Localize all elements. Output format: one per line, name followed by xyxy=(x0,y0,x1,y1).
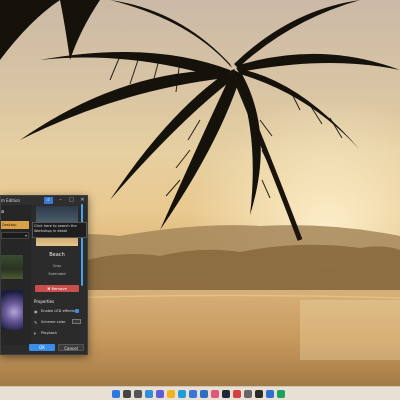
playback-row: ⏵ Playback xyxy=(34,330,84,337)
speed-icon: ⏵ xyxy=(34,331,36,336)
scheme-color-label: Scheme color xyxy=(41,320,66,324)
wallpaper-thumbnail[interactable] xyxy=(1,290,23,330)
search-icon[interactable] xyxy=(123,390,131,398)
wallpaper-title: Beach xyxy=(49,252,65,258)
playback-label: Playback xyxy=(41,331,58,335)
led-effects-row: ◉ Enable LED effects xyxy=(34,308,84,315)
title-bar: m Edition ⌕ – □ ✕ xyxy=(1,196,87,205)
scheme-color-row: ✎ Scheme color xyxy=(34,319,84,326)
remove-label: ✖ Remove xyxy=(47,286,67,291)
settings-icon[interactable] xyxy=(244,390,252,398)
terminal-icon[interactable] xyxy=(255,390,263,398)
edge-icon[interactable] xyxy=(178,390,186,398)
wallpaper-author: Gray xyxy=(52,264,62,268)
vertical-scrollbar[interactable] xyxy=(81,204,83,286)
maximize-button[interactable]: □ xyxy=(67,197,76,204)
steam-icon[interactable] xyxy=(222,390,230,398)
filter-dropdown[interactable]: ▾ xyxy=(1,232,29,239)
workshop-search-button[interactable]: ⌕ xyxy=(44,197,53,204)
chevron-down-icon: ▾ xyxy=(24,233,27,238)
bulb-icon: ◉ xyxy=(34,309,38,314)
properties-heading: Properties xyxy=(34,299,55,304)
ok-button[interactable]: OK xyxy=(29,344,55,351)
wallpaper-thumbnail[interactable] xyxy=(1,255,23,279)
close-button[interactable]: ✕ xyxy=(78,197,87,204)
tooltip-text: Click here to search the Workshop in det… xyxy=(34,224,77,233)
cancel-button[interactable]: Cancel xyxy=(58,344,84,351)
wallpaper-editor-dialog: m Edition ⌕ – □ ✕ a Desktop ▾ Beach Gray… xyxy=(0,195,88,355)
ok-label: OK xyxy=(39,345,45,350)
category-label: Desktop xyxy=(2,223,17,227)
store-icon[interactable] xyxy=(189,390,197,398)
led-effects-label: Enable LED effects xyxy=(41,309,75,313)
app-icon[interactable] xyxy=(277,390,285,398)
cancel-label: Cancel xyxy=(64,346,78,351)
taskbar xyxy=(0,386,400,400)
chat-icon[interactable] xyxy=(156,390,164,398)
remove-button[interactable]: ✖ Remove xyxy=(35,285,79,292)
explorer-icon[interactable] xyxy=(167,390,175,398)
led-effects-checkbox[interactable] xyxy=(75,309,79,313)
minimize-button[interactable]: – xyxy=(56,197,65,204)
wallpaper-status: Extended xyxy=(48,272,66,276)
scheme-color-swatch[interactable] xyxy=(72,319,81,324)
photos-icon[interactable] xyxy=(211,390,219,398)
task-view-icon[interactable] xyxy=(134,390,142,398)
mail-icon[interactable] xyxy=(200,390,208,398)
category-desktop-item[interactable]: Desktop xyxy=(1,221,29,229)
window-title: m Edition xyxy=(1,198,21,203)
wallpaper-list-panel: a Desktop ▾ xyxy=(1,205,31,345)
wallpaper-engine-icon[interactable] xyxy=(266,390,274,398)
panel-heading: a xyxy=(1,209,5,215)
music-icon[interactable] xyxy=(233,390,241,398)
start-icon[interactable] xyxy=(112,390,120,398)
search-tooltip: Click here to search the Workshop in det… xyxy=(32,222,87,238)
palette-icon: ✎ xyxy=(34,320,38,325)
widgets-icon[interactable] xyxy=(145,390,153,398)
